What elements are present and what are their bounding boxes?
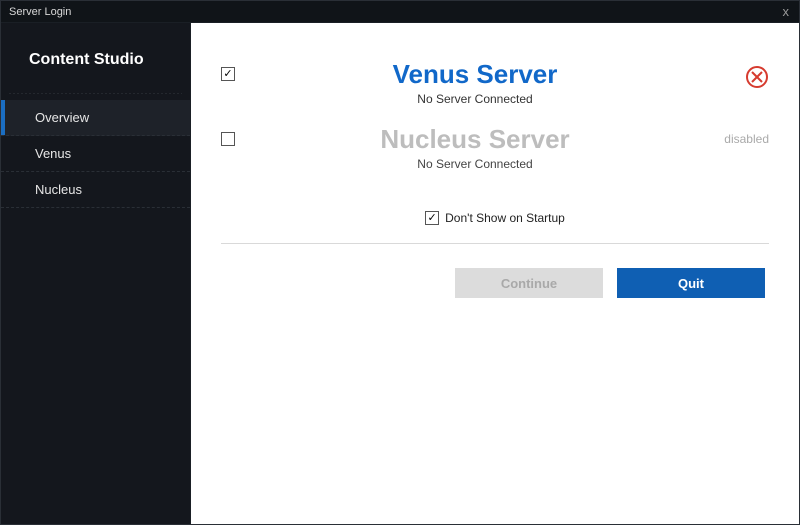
server-row-nucleus: Nucleus Server No Server Connected disab… [221,116,769,171]
server-title: Venus Server [261,59,689,90]
disabled-label: disabled [724,132,769,146]
server-status: No Server Connected [261,92,689,106]
server-right-cell [699,59,769,94]
sidebar-divider [9,93,182,94]
sidebar-item-label: Venus [35,146,71,161]
server-checkbox-nucleus[interactable] [221,132,235,146]
login-window: Server Login x Content Studio Overview V… [0,0,800,525]
startup-checkbox[interactable] [425,211,439,225]
brand-title: Content Studio [1,23,190,93]
sidebar-nav: Overview Venus Nucleus [1,100,190,208]
separator [221,243,769,244]
server-right-cell: disabled [699,124,769,148]
server-row-venus: Venus Server No Server Connected [221,51,769,106]
button-row: Continue Quit [221,268,769,298]
sidebar-item-label: Nucleus [35,182,82,197]
error-icon [745,65,769,94]
content-pane: Venus Server No Server Connected Nucleus… [191,23,799,524]
startup-label: Don't Show on Startup [445,211,565,225]
window-body: Content Studio Overview Venus Nucleus [1,23,799,524]
sidebar-item-nucleus[interactable]: Nucleus [1,172,190,208]
server-title: Nucleus Server [261,124,689,155]
server-checkbox-venus[interactable] [221,67,235,81]
titlebar: Server Login x [1,1,799,23]
window-title: Server Login [9,6,71,18]
sidebar-item-overview[interactable]: Overview [1,100,190,136]
server-info: Nucleus Server No Server Connected [261,124,689,171]
close-icon[interactable]: x [779,4,794,19]
continue-button: Continue [455,268,603,298]
server-list: Venus Server No Server Connected Nucleus… [221,51,769,171]
server-info: Venus Server No Server Connected [261,59,689,106]
startup-option: Don't Show on Startup [221,211,769,225]
quit-button[interactable]: Quit [617,268,765,298]
sidebar-item-label: Overview [35,110,89,125]
sidebar-item-venus[interactable]: Venus [1,136,190,172]
sidebar: Content Studio Overview Venus Nucleus [1,23,191,524]
server-status: No Server Connected [261,157,689,171]
